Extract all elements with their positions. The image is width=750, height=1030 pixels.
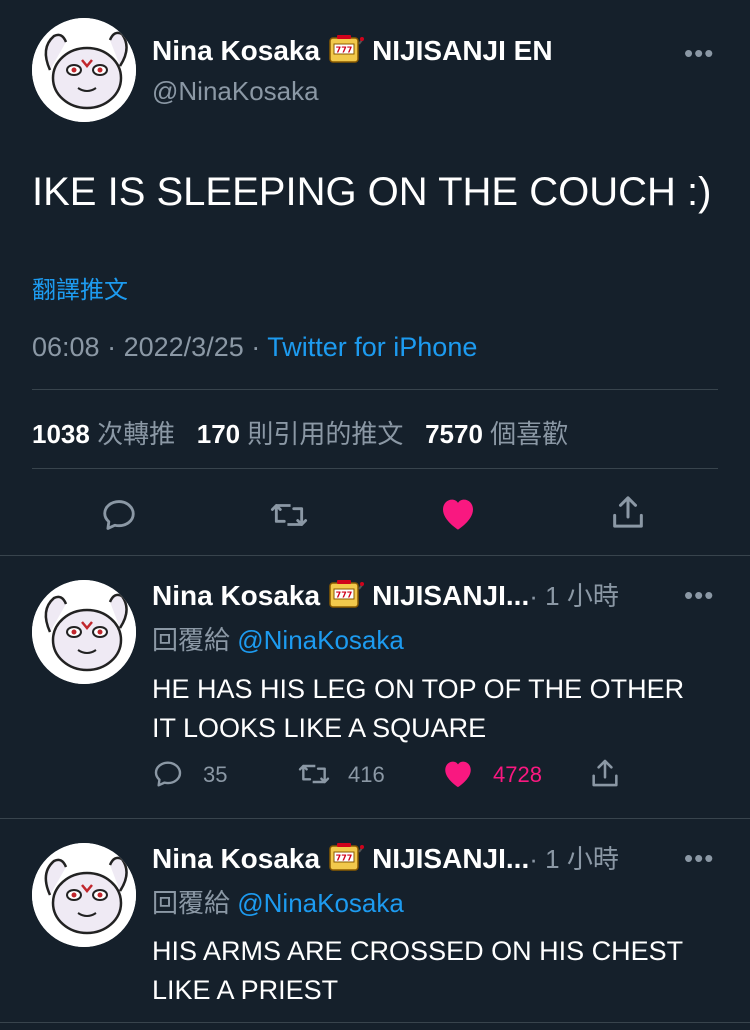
reply-to-handle[interactable]: @NinaKosaka <box>237 888 404 918</box>
retweet-label: 次轉推 <box>97 419 176 449</box>
heart-icon[interactable] <box>441 757 475 789</box>
more-icon[interactable]: ••• <box>684 843 714 874</box>
svg-text:777: 777 <box>336 854 353 863</box>
tweet-time[interactable]: 06:08 <box>32 332 100 362</box>
reply-text-line: HIS ARMS ARE CROSSED ON HIS CHEST <box>152 936 684 966</box>
avatar-character-icon <box>32 18 136 122</box>
share-icon[interactable] <box>608 492 648 532</box>
retweet-icon[interactable] <box>296 758 332 790</box>
more-icon[interactable]: ••• <box>684 580 714 611</box>
reply-count: 35 <box>203 762 228 787</box>
quote-count: 170 <box>196 419 241 449</box>
meta-separator: · <box>251 332 261 362</box>
quote-label: 則引用的推文 <box>247 419 404 449</box>
time-ago[interactable]: · 1 小時 <box>529 581 619 611</box>
divider <box>0 555 750 556</box>
author-name-line[interactable]: Nina Kosaka 777 NIJISANJI...· 1 小時 <box>152 576 619 613</box>
quote-stat[interactable]: 170 則引用的推文 <box>197 419 404 449</box>
translate-tweet-link[interactable]: 翻譯推文 <box>32 270 128 305</box>
author-suffix[interactable]: NIJISANJI... <box>372 843 529 874</box>
reply-to-label: 回覆給 <box>152 888 231 918</box>
svg-text:777: 777 <box>336 591 353 600</box>
heart-icon[interactable] <box>438 494 478 532</box>
svg-text:777: 777 <box>336 46 353 55</box>
meta-separator: · <box>107 332 117 362</box>
divider <box>32 389 718 390</box>
tweet-meta: 06:08 · 2022/3/25 · Twitter for iPhone <box>32 332 477 363</box>
author-name-line[interactable]: Nina Kosaka 777 NIJISANJI...· 1 小時 <box>152 839 619 876</box>
avatar-character-icon <box>32 580 136 684</box>
avatar-character-icon <box>32 843 136 947</box>
reply-text-line: HE HAS HIS LEG ON TOP OF THE OTHER <box>152 674 685 704</box>
author-suffix[interactable]: NIJISANJI... <box>372 580 529 611</box>
author-name[interactable]: Nina Kosaka <box>152 580 320 611</box>
slot-machine-icon: 777 <box>328 842 365 872</box>
tweet-date[interactable]: 2022/3/25 <box>124 332 244 362</box>
like-label: 個喜歡 <box>490 419 569 449</box>
tweet-text: IKE IS SLEEPING ON THE COUCH :) <box>32 170 712 214</box>
author-suffix[interactable]: NIJISANJI EN <box>372 35 553 66</box>
time-ago[interactable]: · 1 小時 <box>529 844 619 874</box>
reply-to-handle[interactable]: @NinaKosaka <box>237 625 404 655</box>
avatar[interactable] <box>32 580 136 684</box>
avatar[interactable] <box>32 18 136 122</box>
like-stat[interactable]: 7570 個喜歡 <box>425 419 568 449</box>
retweet-icon[interactable] <box>268 496 310 534</box>
author-name-line[interactable]: Nina Kosaka 777 NIJISANJI EN <box>152 34 553 67</box>
reply-icon[interactable] <box>100 496 138 534</box>
avatar[interactable] <box>32 843 136 947</box>
like-count: 4728 <box>493 762 542 787</box>
reply-icon[interactable] <box>152 758 184 790</box>
reply-context: 回覆給 @NinaKosaka <box>152 883 404 920</box>
slot-machine-icon: 777 <box>328 34 365 64</box>
divider <box>0 818 750 819</box>
more-icon[interactable]: ••• <box>684 38 714 69</box>
author-handle[interactable]: @NinaKosaka <box>152 76 319 107</box>
tweet-source-link[interactable]: Twitter for iPhone <box>267 332 477 362</box>
reply-context: 回覆給 @NinaKosaka <box>152 620 404 657</box>
reply-text: HIS ARMS ARE CROSSED ON HIS CHEST LIKE A… <box>152 932 683 1010</box>
author-name[interactable]: Nina Kosaka <box>152 35 320 66</box>
reply-text-line: IT LOOKS LIKE A SQUARE <box>152 713 487 743</box>
slot-machine-icon: 777 <box>328 579 365 609</box>
retweet-count: 1038 <box>32 419 90 449</box>
reply-text-line: LIKE A PRIEST <box>152 975 339 1005</box>
divider <box>0 1022 750 1023</box>
tweet-stats: 1038 次轉推 170 則引用的推文 7570 個喜歡 <box>32 414 568 451</box>
divider <box>32 468 718 469</box>
like-count: 7570 <box>425 419 483 449</box>
retweet-count: 416 <box>348 762 385 787</box>
reply-text: HE HAS HIS LEG ON TOP OF THE OTHER IT LO… <box>152 670 684 748</box>
reply-to-label: 回覆給 <box>152 625 231 655</box>
author-name[interactable]: Nina Kosaka <box>152 843 320 874</box>
share-icon[interactable] <box>588 756 622 790</box>
retweet-stat[interactable]: 1038 次轉推 <box>32 419 175 449</box>
